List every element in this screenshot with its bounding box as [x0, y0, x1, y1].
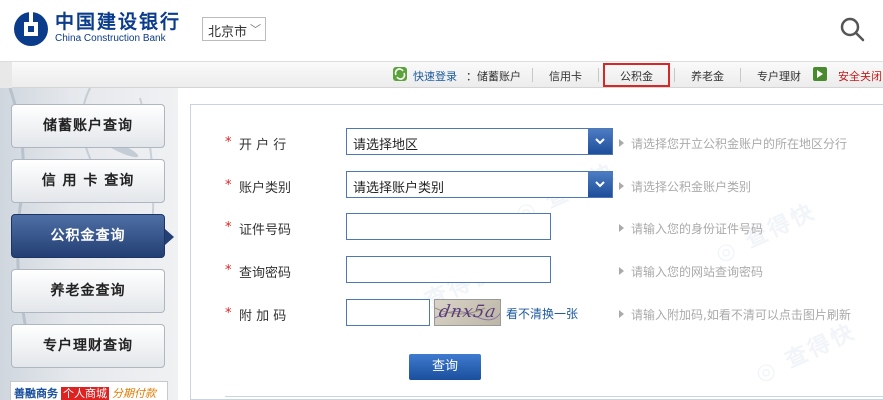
- field-hint: 请输入附加码,如看不清可以点击图片刷新: [619, 306, 851, 323]
- sidebar-item-pension[interactable]: 养老金查询: [11, 269, 165, 313]
- nav-divider: [598, 68, 599, 82]
- promo-mall: 个人商城: [61, 387, 109, 400]
- id-number-input[interactable]: [346, 213, 551, 240]
- select-value: 请选择地区: [353, 138, 419, 153]
- refresh-arrows-icon: [393, 67, 407, 81]
- hint-arrow-icon: [619, 224, 624, 232]
- form-row-account-type: * 账户类别 请选择账户类别 请选择公积金账户类别: [191, 171, 883, 201]
- form-row-captcha: * 附 加 码 dnx5a 看不清换一张 请输入附加码,如看不清可以点击图片刷新: [191, 299, 883, 329]
- required-asterisk: *: [225, 178, 232, 193]
- logo-chinese-name: 中国建设银行: [55, 11, 182, 33]
- sidebar-item-housing-fund[interactable]: 公积金查询: [11, 214, 174, 258]
- top-nav-bar: 快速登录 ：储蓄账户 信用卡 公积金 养老金 专户理财 安全关闭: [0, 61, 883, 88]
- quick-login-link[interactable]: 快速登录: [413, 68, 457, 84]
- form-row-bank: * 开 户 行 请选择地区 请选择您开立公积金账户的所在地区分行: [191, 128, 883, 158]
- nav-divider: [740, 68, 741, 82]
- form-row-password: * 查询密码 请输入您的网站查询密码: [191, 256, 883, 286]
- site-header: 中国建设银行 China Construction Bank 北京市 ﹀: [0, 0, 883, 60]
- promo-brand: 善融商务: [14, 387, 58, 400]
- field-hint: 请选择公积金账户类别: [619, 178, 751, 195]
- sidebar: 储蓄账户查询 信 用 卡 查询 公积金查询 养老金查询 专户理财查询 善融商务个…: [0, 88, 178, 400]
- sidebar-item-savings[interactable]: 储蓄账户查询: [11, 104, 165, 148]
- chevron-down-icon: ﹀: [250, 23, 261, 36]
- required-asterisk: *: [225, 306, 232, 321]
- promo-banner[interactable]: 善融商务 个人商城 分期付款: [10, 381, 168, 400]
- safe-exit-link[interactable]: 安全关闭: [838, 68, 882, 84]
- sidebar-item-wealth[interactable]: 专户理财查询: [11, 324, 165, 368]
- logo-wordmark[interactable]: 中国建设银行 China Construction Bank: [55, 12, 181, 45]
- hint-arrow-icon: [619, 267, 624, 275]
- hint-arrow-icon: [619, 310, 624, 318]
- chevron-down-icon[interactable]: [588, 172, 612, 197]
- captcha-input[interactable]: [346, 299, 430, 326]
- exit-icon[interactable]: [812, 66, 828, 82]
- panel-divider: [225, 396, 883, 397]
- field-label: 证件号码: [239, 223, 292, 238]
- chevron-down-icon[interactable]: [588, 129, 612, 154]
- query-password-input[interactable]: [346, 256, 551, 283]
- logo-english-name: China Construction Bank: [55, 33, 166, 44]
- captcha-image[interactable]: dnx5a: [434, 299, 501, 326]
- nav-wealth[interactable]: 专户理财: [757, 68, 801, 84]
- select-value: 请选择账户类别: [353, 181, 445, 196]
- hint-arrow-icon: [619, 139, 624, 147]
- query-form-panel: ◎ 查得快 ◎ 查得快 ◎ 查得快 ◎ 查得快 * 开 户 行 请选择地区 请选…: [190, 104, 883, 400]
- nav-savings-account[interactable]: ：储蓄账户: [466, 68, 521, 84]
- hint-text: 请选择您开立公积金账户的所在地区分行: [631, 137, 848, 151]
- hint-text: 请输入您的网站查询密码: [631, 265, 764, 279]
- field-hint: 请输入您的身份证件号码: [619, 220, 763, 237]
- search-icon[interactable]: [839, 16, 865, 42]
- field-label: 查询密码: [239, 266, 292, 281]
- city-selected-value: 北京市: [208, 25, 248, 40]
- field-label: 账户类别: [239, 181, 292, 196]
- captcha-refresh-link[interactable]: 看不清换一张: [506, 305, 578, 322]
- form-row-id-number: * 证件号码 请输入您的身份证件号码: [191, 213, 883, 243]
- field-hint: 请选择您开立公积金账户的所在地区分行: [619, 135, 847, 152]
- field-hint: 请输入您的网站查询密码: [619, 263, 763, 280]
- required-asterisk: *: [225, 135, 232, 150]
- hint-text: 请输入附加码,如看不清可以点击图片刷新: [631, 308, 851, 322]
- city-select[interactable]: 北京市 ﹀: [202, 17, 266, 41]
- sidebar-item-credit-card[interactable]: 信 用 卡 查询: [11, 159, 165, 203]
- bank-region-select[interactable]: 请选择地区: [346, 128, 613, 155]
- hint-text: 请输入您的身份证件号码: [631, 222, 764, 236]
- nav-pension[interactable]: 养老金: [691, 68, 724, 84]
- hint-text: 请选择公积金账户类别: [631, 180, 752, 194]
- captcha-text: dnx5a: [437, 302, 499, 322]
- required-asterisk: *: [225, 220, 232, 235]
- required-asterisk: *: [225, 263, 232, 278]
- highlight-box: [603, 63, 670, 87]
- field-label: 附 加 码: [239, 309, 287, 324]
- account-type-select[interactable]: 请选择账户类别: [346, 171, 613, 198]
- hint-arrow-icon: [619, 182, 624, 190]
- ccb-logo-icon[interactable]: [12, 10, 50, 48]
- nav-divider: [674, 68, 675, 82]
- nav-credit-card[interactable]: 信用卡: [549, 68, 582, 84]
- nav-divider: [532, 68, 533, 82]
- field-label: 开 户 行: [239, 138, 287, 153]
- nav-left-shade: [0, 62, 12, 88]
- promo-installment: 分期付款: [112, 387, 156, 400]
- query-submit-button[interactable]: 查询: [409, 354, 481, 380]
